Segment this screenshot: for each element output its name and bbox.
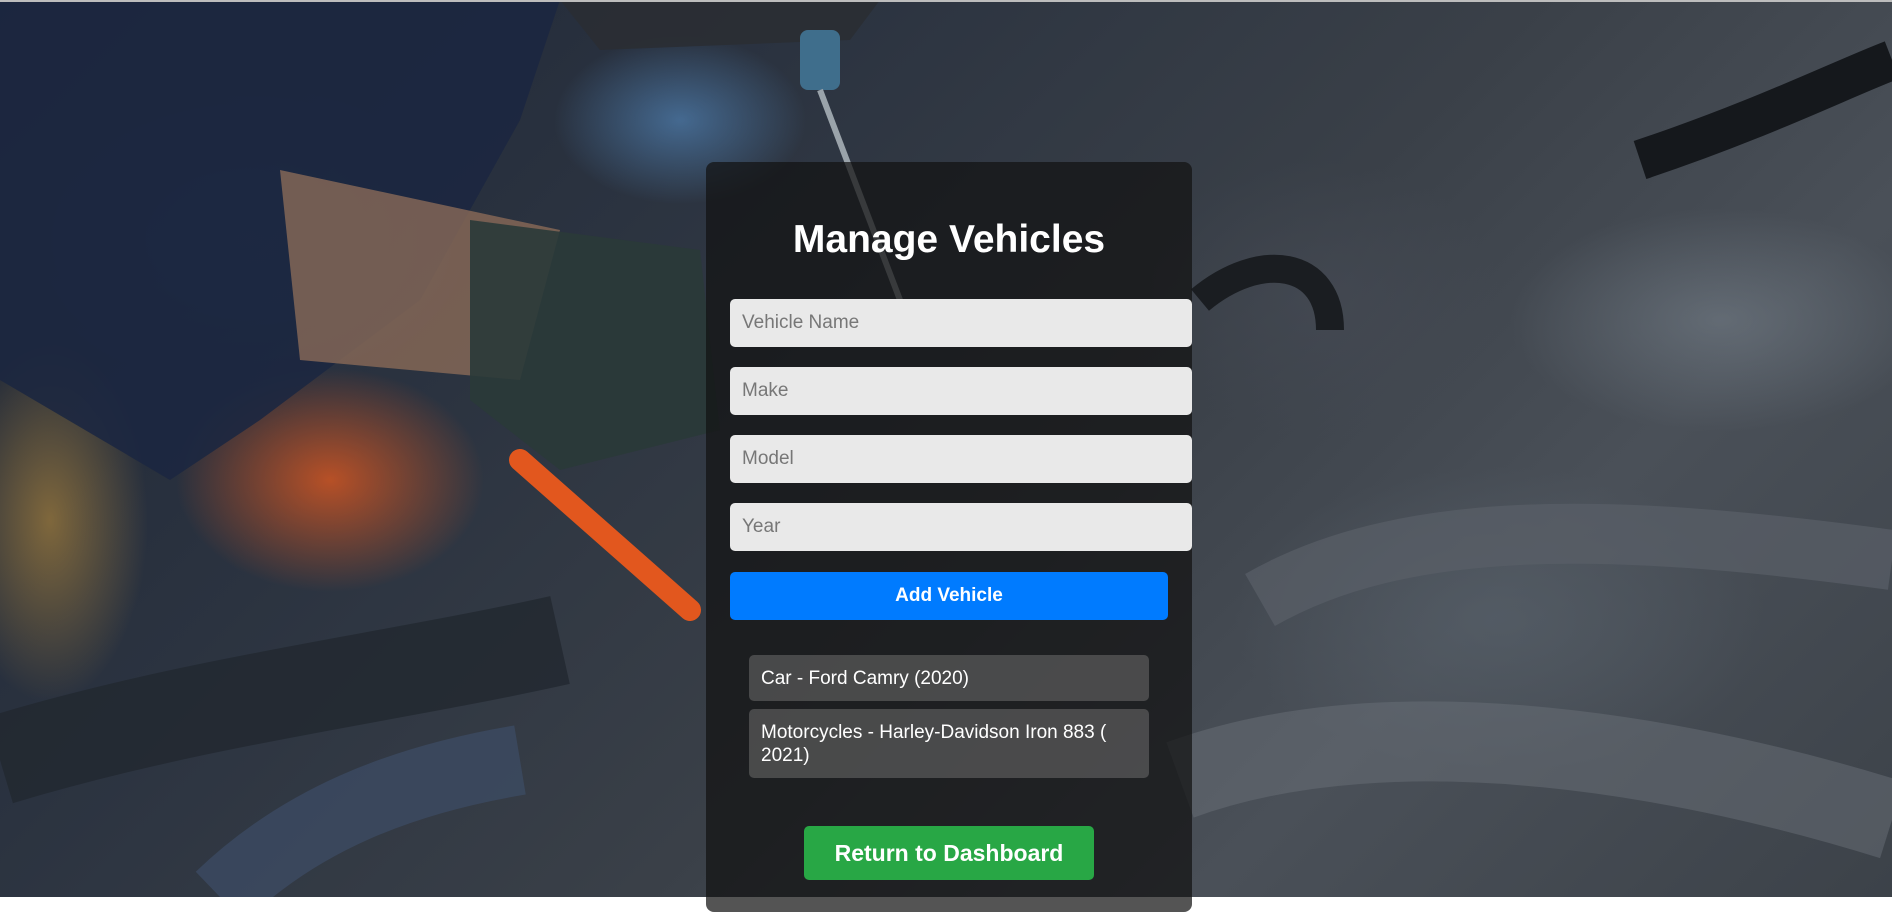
vehicle-list: Car - Ford Camry (2020) Motorcycles - Ha… xyxy=(749,655,1149,786)
top-border xyxy=(0,0,1892,2)
vehicle-name-input[interactable] xyxy=(730,299,1192,347)
return-to-dashboard-button[interactable]: Return to Dashboard xyxy=(804,826,1094,880)
vehicle-list-item: Motorcycles - Harley-Davidson Iron 883 (… xyxy=(749,709,1149,778)
add-vehicle-button[interactable]: Add Vehicle xyxy=(730,572,1168,620)
page-title: Manage Vehicles xyxy=(792,218,1106,261)
make-input[interactable] xyxy=(730,367,1192,415)
vehicle-list-item: Car - Ford Camry (2020) xyxy=(749,655,1149,701)
year-input[interactable] xyxy=(730,503,1192,551)
model-input[interactable] xyxy=(730,435,1192,483)
manage-vehicles-panel: Manage Vehicles Add Vehicle Car - Ford C… xyxy=(706,162,1192,912)
